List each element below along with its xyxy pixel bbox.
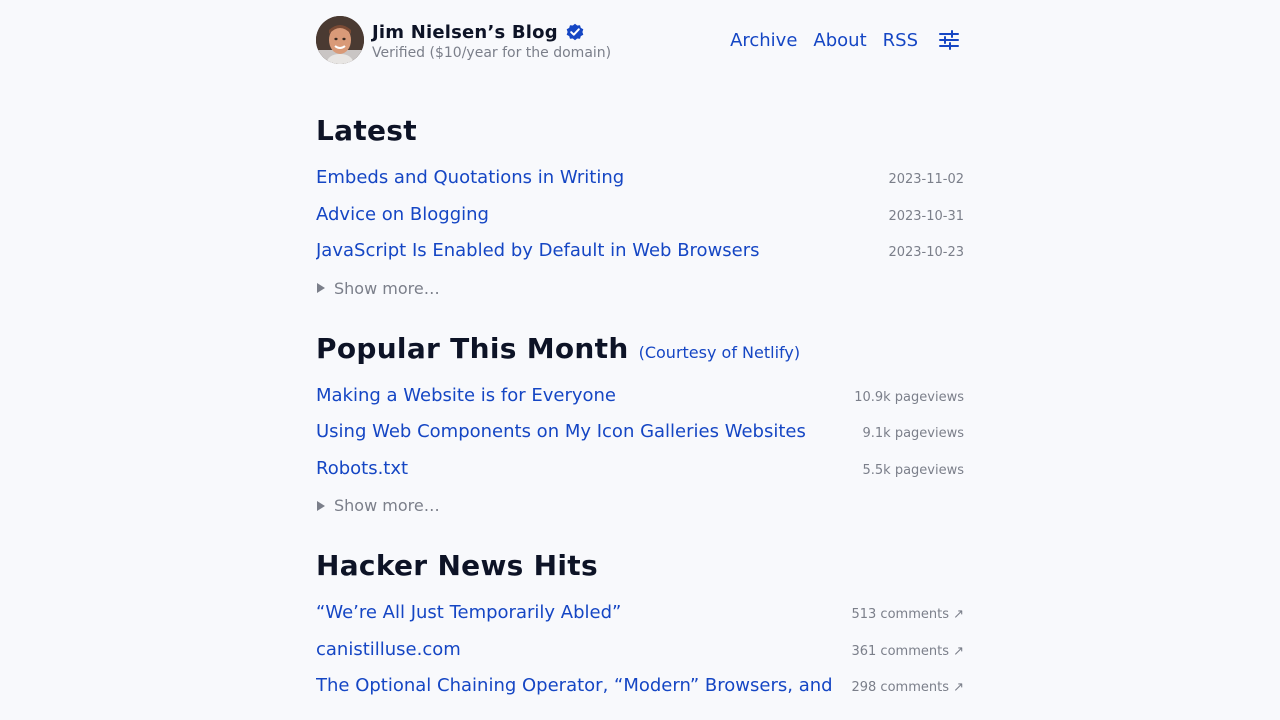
hacker-news-heading: Hacker News Hits bbox=[316, 549, 598, 582]
nav-about-link[interactable]: About bbox=[813, 30, 866, 51]
comments-link[interactable]: 298 comments ↗ bbox=[851, 680, 964, 695]
popular-list: Making a Website is for Everyone 10.9k p… bbox=[316, 385, 964, 495]
post-date: 2023-10-31 bbox=[888, 208, 964, 224]
post-link[interactable]: “We’re All Just Temporarily Abled” bbox=[316, 602, 621, 623]
popular-section: Popular This Month (Courtesy of Netlify)… bbox=[316, 332, 964, 516]
latest-show-more-toggle[interactable]: Show more… bbox=[316, 279, 964, 298]
comments-link[interactable]: 513 comments ↗ bbox=[851, 607, 964, 622]
latest-list: Embeds and Quotations in Writing 2023-11… bbox=[316, 167, 964, 277]
hacker-news-section: Hacker News Hits “We’re All Just Tempora… bbox=[316, 549, 964, 712]
latest-section: Latest Embeds and Quotations in Writing … bbox=[316, 114, 964, 298]
sliders-icon[interactable] bbox=[938, 29, 960, 51]
verified-badge-icon bbox=[565, 22, 585, 42]
pageviews-count: 10.9k pageviews bbox=[854, 389, 964, 405]
avatar[interactable] bbox=[316, 16, 364, 64]
list-item: Robots.txt 5.5k pageviews bbox=[316, 458, 964, 495]
post-link[interactable]: Robots.txt bbox=[316, 458, 408, 479]
post-date: 2023-10-23 bbox=[888, 245, 964, 260]
list-item: Advice on Blogging 2023-10-31 bbox=[316, 204, 964, 241]
site-title[interactable]: Jim Nielsen’s Blog bbox=[372, 22, 558, 43]
hacker-news-list: “We’re All Just Temporarily Abled” 513 c… bbox=[316, 602, 964, 712]
list-item: Embeds and Quotations in Writing 2023-11… bbox=[316, 167, 964, 204]
show-more-label: Show more… bbox=[334, 496, 440, 515]
post-link[interactable]: JavaScript Is Enabled by Default in Web … bbox=[316, 240, 760, 261]
site-subtitle: Verified ($10/year for the domain) bbox=[372, 45, 612, 61]
main-nav: Archive About RSS bbox=[714, 29, 960, 51]
post-link[interactable]: canistilluse.com bbox=[316, 639, 461, 660]
pageviews-count: 5.5k pageviews bbox=[862, 462, 964, 478]
post-date: 2023-11-02 bbox=[888, 172, 964, 187]
popular-heading-row: Popular This Month (Courtesy of Netlify) bbox=[316, 332, 964, 365]
post-link[interactable]: Making a Website is for Everyone bbox=[316, 385, 616, 406]
courtesy-netlify-link[interactable]: (Courtesy of Netlify) bbox=[639, 343, 800, 362]
comments-link[interactable]: 361 comments ↗ bbox=[851, 644, 964, 659]
nav-archive-link[interactable]: Archive bbox=[730, 30, 797, 51]
popular-show-more-toggle[interactable]: Show more… bbox=[316, 496, 964, 515]
brand: Jim Nielsen’s Blog Verified ($10/year fo… bbox=[316, 16, 611, 64]
list-item: “We’re All Just Temporarily Abled” 513 c… bbox=[316, 602, 964, 639]
post-link[interactable]: The Optional Chaining Operator, “Modern”… bbox=[316, 675, 831, 696]
disclosure-triangle-icon bbox=[317, 500, 325, 511]
list-item: JavaScript Is Enabled by Default in Web … bbox=[316, 240, 964, 277]
brand-title-row: Jim Nielsen’s Blog bbox=[372, 19, 611, 45]
show-more-label: Show more… bbox=[334, 278, 440, 298]
list-item: Using Web Components on My Icon Gallerie… bbox=[316, 421, 964, 458]
disclosure-triangle-icon bbox=[317, 283, 325, 293]
site-header: Jim Nielsen’s Blog Verified ($10/year fo… bbox=[316, 16, 964, 64]
list-item: canistilluse.com 361 comments ↗ bbox=[316, 639, 964, 676]
latest-heading: Latest bbox=[316, 114, 417, 147]
nav-rss-link[interactable]: RSS bbox=[883, 30, 918, 51]
brand-text: Jim Nielsen’s Blog Verified ($10/year fo… bbox=[372, 19, 612, 62]
pageviews-count: 9.1k pageviews bbox=[862, 426, 964, 441]
page: Jim Nielsen’s Blog Verified ($10/year fo… bbox=[316, 0, 964, 712]
post-link[interactable]: Using Web Components on My Icon Gallerie… bbox=[316, 421, 806, 442]
list-item: The Optional Chaining Operator, “Modern”… bbox=[316, 675, 964, 712]
list-item: Making a Website is for Everyone 10.9k p… bbox=[316, 385, 964, 422]
popular-heading: Popular This Month bbox=[316, 331, 629, 365]
post-link[interactable]: Advice on Blogging bbox=[316, 204, 489, 225]
post-link[interactable]: Embeds and Quotations in Writing bbox=[316, 167, 624, 188]
